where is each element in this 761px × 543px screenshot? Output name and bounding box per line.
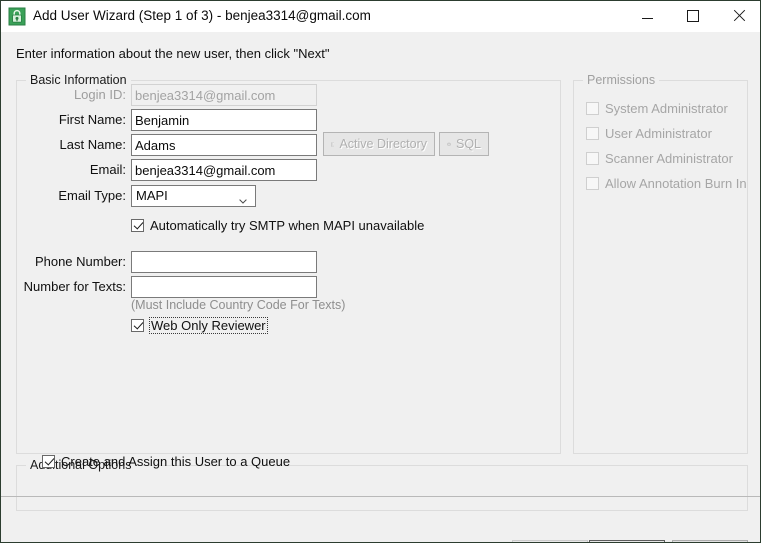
database-icon (447, 142, 451, 146)
smtp-fallback-checkbox[interactable] (131, 219, 144, 232)
active-directory-label: Active Directory (339, 137, 427, 151)
email-type-value: MAPI (136, 188, 168, 203)
scanner-administrator-checkbox (586, 152, 599, 165)
allow-annotation-burn-in-checkbox (586, 177, 599, 190)
chevron-down-icon (239, 193, 247, 204)
permission-scanner-administrator-row: Scanner Administrator (586, 151, 733, 166)
last-name-label: Last Name: (59, 137, 126, 152)
email-label: Email: (89, 162, 126, 177)
basic-information-legend: Basic Information (26, 73, 131, 87)
email-type-label: Email Type: (58, 188, 126, 203)
instruction-text: Enter information about the new user, th… (16, 46, 330, 61)
dialog-client-area: Enter information about the new user, th… (1, 32, 760, 542)
footer-separator (1, 496, 760, 497)
additional-options-group: Additional Options (16, 458, 748, 511)
system-administrator-label: System Administrator (605, 101, 728, 116)
permission-allow-annotation-burn-in-row: Allow Annotation Burn In (586, 176, 747, 191)
window-title: Add User Wizard (Step 1 of 3) - benjea33… (33, 8, 371, 23)
first-name-label: First Name: (58, 112, 126, 127)
address-book-icon: A Z (331, 142, 335, 146)
smtp-fallback-label: Automatically try SMTP when MAPI unavail… (150, 218, 425, 233)
login-id-input[interactable] (131, 84, 317, 106)
add-user-wizard-window: Add User Wizard (Step 1 of 3) - benjea33… (0, 0, 761, 543)
system-administrator-checkbox (586, 102, 599, 115)
green-lock-scanner-icon (8, 7, 26, 26)
number-for-texts-label: Number for Texts: (23, 279, 126, 294)
number-for-texts-input[interactable] (131, 276, 317, 298)
create-assign-queue-row[interactable]: Create and Assign this User to a Queue (42, 454, 290, 469)
email-input[interactable] (131, 159, 317, 181)
country-code-hint: (Must Include Country Code For Texts) (131, 298, 346, 312)
title-bar: Add User Wizard (Step 1 of 3) - benjea33… (1, 1, 760, 33)
user-administrator-checkbox (586, 127, 599, 140)
phone-number-input[interactable] (131, 251, 317, 273)
scanner-administrator-label: Scanner Administrator (605, 151, 733, 166)
permission-system-administrator-row: System Administrator (586, 101, 728, 116)
web-only-reviewer-checkbox-row[interactable]: Web Only Reviewer (131, 317, 268, 334)
allow-annotation-burn-in-label: Allow Annotation Burn In (605, 176, 747, 191)
web-only-reviewer-label: Web Only Reviewer (149, 317, 268, 334)
last-name-input[interactable] (131, 134, 317, 156)
sql-button[interactable]: SQL (439, 132, 489, 156)
user-administrator-label: User Administrator (605, 126, 712, 141)
create-assign-queue-checkbox[interactable] (42, 455, 55, 468)
smtp-fallback-checkbox-row[interactable]: Automatically try SMTP when MAPI unavail… (131, 218, 424, 233)
permission-user-administrator-row: User Administrator (586, 126, 712, 141)
first-name-input[interactable] (131, 109, 317, 131)
email-type-select[interactable]: MAPI (131, 185, 256, 207)
login-id-label: Login ID: (73, 87, 126, 102)
minimize-icon[interactable] (624, 1, 670, 31)
sql-label: SQL (455, 137, 481, 151)
maximize-icon[interactable] (670, 1, 716, 31)
permissions-legend: Permissions (583, 73, 660, 87)
close-icon[interactable] (716, 1, 760, 31)
phone-number-label: Phone Number: (34, 254, 126, 269)
active-directory-button[interactable]: A Z Active Directory (323, 132, 435, 156)
web-only-reviewer-checkbox[interactable] (131, 319, 144, 332)
create-assign-queue-label: Create and Assign this User to a Queue (61, 454, 291, 469)
